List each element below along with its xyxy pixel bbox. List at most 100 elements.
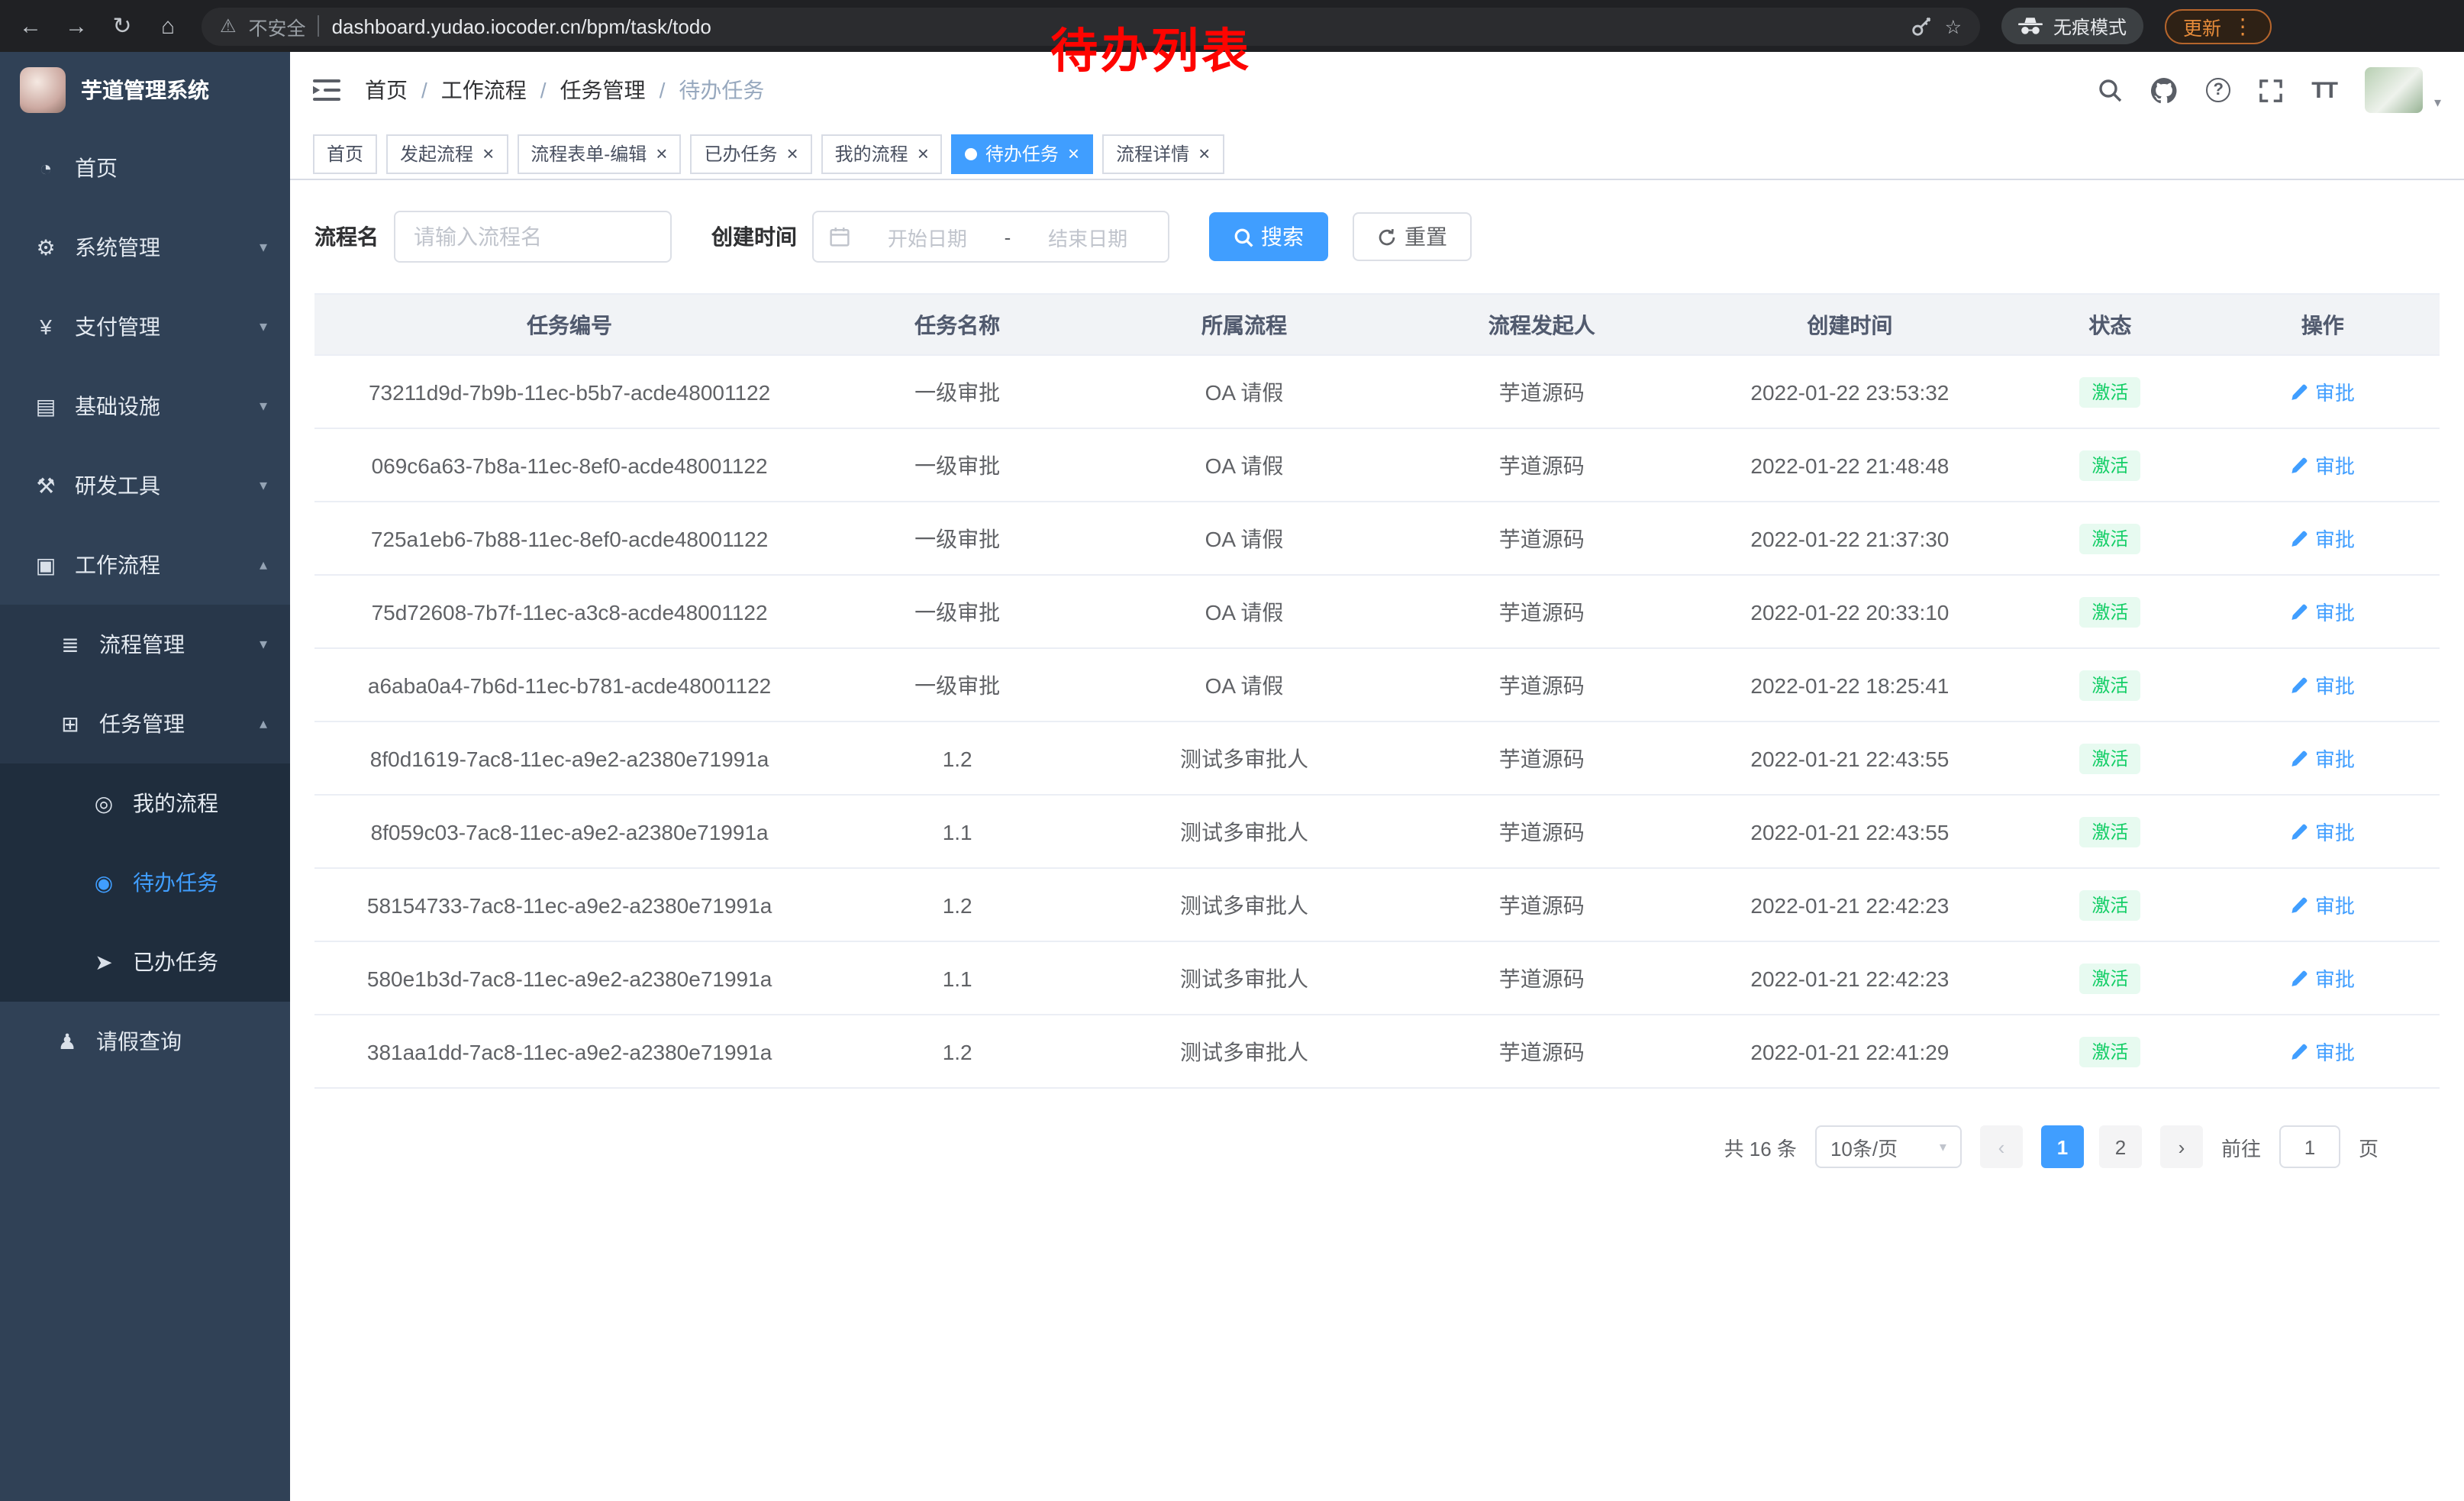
sidebar-item-研发工具[interactable]: ⚒研发工具▾: [0, 446, 290, 525]
search-button[interactable]: 搜索: [1209, 212, 1328, 261]
security-label[interactable]: 不安全: [249, 11, 306, 40]
star-icon[interactable]: ☆: [1945, 15, 1962, 37]
tab-流程详情[interactable]: 流程详情×: [1102, 134, 1224, 173]
sidebar-item-流程管理[interactable]: ≣流程管理▾: [0, 605, 290, 684]
breadcrumb-separator: /: [660, 78, 666, 102]
cell-action: 审批: [2206, 648, 2440, 721]
approve-link[interactable]: 审批: [2291, 817, 2355, 846]
page-button-2[interactable]: 2: [2099, 1125, 2142, 1168]
user-avatar[interactable]: [2366, 67, 2424, 113]
cell-task-id: 75d72608-7b7f-11ec-a3c8-acde48001122: [314, 575, 824, 648]
cell-created: 2022-01-21 22:42:23: [1685, 941, 2015, 1015]
goto-page-input[interactable]: [2279, 1125, 2340, 1168]
sidebar-item-请假查询[interactable]: ♟请假查询: [0, 1002, 290, 1081]
close-icon[interactable]: ×: [1068, 144, 1079, 163]
tab-首页[interactable]: 首页: [313, 134, 377, 173]
cell-starter: 芋道源码: [1398, 648, 1685, 721]
sidebar-item-任务管理[interactable]: ⊞任务管理▴: [0, 684, 290, 763]
breadcrumb-item[interactable]: 任务管理: [560, 75, 646, 105]
sidebar-item-工作流程[interactable]: ▣工作流程▴: [0, 525, 290, 605]
incognito-badge: 无痕模式: [2001, 8, 2143, 44]
close-icon[interactable]: ×: [918, 144, 929, 163]
approve-link[interactable]: 审批: [2291, 890, 2355, 919]
fullscreen-icon[interactable]: [2259, 79, 2282, 102]
url-text[interactable]: dashboard.yudao.iocoder.cn/bpm/task/todo: [332, 15, 711, 37]
close-icon[interactable]: ×: [656, 144, 667, 163]
approve-link-label: 审批: [2315, 890, 2355, 919]
cell-task-id: 580e1b3d-7ac8-11ec-a9e2-a2380e71991a: [314, 941, 824, 1015]
edit-icon: [2291, 602, 2309, 621]
sidebar-item-我的流程[interactable]: ◎我的流程: [0, 763, 290, 843]
edit-icon: [2291, 676, 2309, 694]
sidebar-item-label: 研发工具: [75, 470, 160, 501]
topbar: 首页/工作流程/任务管理/待办任务 ? TT ▾: [290, 52, 2464, 128]
status-badge: 激活: [2079, 450, 2140, 480]
page-button-1[interactable]: 1: [2041, 1125, 2084, 1168]
page-size-value: 10条/页: [1830, 1132, 1898, 1161]
tab-流程表单-编辑[interactable]: 流程表单-编辑×: [517, 134, 681, 173]
sidebar-item-已办任务[interactable]: ➤已办任务: [0, 922, 290, 1002]
help-icon[interactable]: ?: [2206, 78, 2230, 102]
update-button[interactable]: 更新 ⋮: [2165, 8, 2272, 44]
approve-link[interactable]: 审批: [2291, 597, 2355, 626]
close-icon[interactable]: ×: [482, 144, 494, 163]
sidebar-item-基础设施[interactable]: ▤基础设施▾: [0, 366, 290, 446]
github-icon[interactable]: [2151, 77, 2177, 103]
sidebar-item-支付管理[interactable]: ¥支付管理▾: [0, 287, 290, 366]
page-size-select[interactable]: 10条/页 ▾: [1815, 1125, 1962, 1168]
cell-task-name: 一级审批: [824, 355, 1090, 428]
reload-icon[interactable]: ↻: [110, 12, 134, 40]
sidebar-item-待办任务[interactable]: ◉待办任务: [0, 843, 290, 922]
cell-task-name: 1.1: [824, 941, 1090, 1015]
sidebar-item-系统管理[interactable]: ⚙系统管理▾: [0, 208, 290, 287]
tab-发起流程[interactable]: 发起流程×: [386, 134, 508, 173]
prev-page-button[interactable]: ‹: [1980, 1125, 2023, 1168]
key-icon[interactable]: [1910, 15, 1933, 37]
cell-process: 测试多审批人: [1090, 795, 1398, 868]
close-icon[interactable]: ×: [786, 144, 798, 163]
font-size-icon[interactable]: TT: [2311, 77, 2337, 103]
forward-icon[interactable]: →: [64, 13, 89, 39]
approve-link[interactable]: 审批: [2291, 1037, 2355, 1066]
chevron-down-icon[interactable]: ▾: [2434, 95, 2441, 111]
approve-link-label: 审批: [2315, 524, 2355, 553]
breadcrumb-item[interactable]: 首页: [365, 75, 408, 105]
back-icon[interactable]: ←: [18, 13, 43, 39]
next-page-button[interactable]: ›: [2160, 1125, 2203, 1168]
task-manage-icon: ⊞: [56, 711, 84, 737]
approve-link[interactable]: 审批: [2291, 450, 2355, 479]
tab-待办任务[interactable]: 待办任务×: [952, 134, 1093, 173]
cell-task-id: 725a1eb6-7b88-11ec-8ef0-acde48001122: [314, 502, 824, 575]
edit-icon: [2291, 822, 2309, 841]
cell-task-name: 一级审批: [824, 428, 1090, 502]
approve-link[interactable]: 审批: [2291, 744, 2355, 773]
cell-process: 测试多审批人: [1090, 868, 1398, 941]
tab-我的流程[interactable]: 我的流程×: [821, 134, 943, 173]
cell-task-name: 1.2: [824, 721, 1090, 795]
reset-button[interactable]: 重置: [1353, 212, 1472, 261]
cell-task-name: 1.2: [824, 1015, 1090, 1088]
approve-link[interactable]: 审批: [2291, 964, 2355, 993]
close-icon[interactable]: ×: [1198, 144, 1210, 163]
gear-icon: ⚙: [32, 234, 60, 260]
status-badge: 激活: [2079, 523, 2140, 554]
approve-link[interactable]: 审批: [2291, 670, 2355, 699]
chevron-up-icon: ▴: [260, 557, 267, 573]
home-icon[interactable]: ⌂: [156, 13, 180, 39]
approve-link[interactable]: 审批: [2291, 377, 2355, 406]
cell-action: 审批: [2206, 502, 2440, 575]
approve-link[interactable]: 审批: [2291, 524, 2355, 553]
app-root: ← → ↻ ⌂ ⚠ 不安全 dashboard.yudao.iocoder.cn…: [0, 0, 2464, 1501]
logo[interactable]: 芋道管理系统: [0, 52, 290, 128]
breadcrumb-item[interactable]: 工作流程: [441, 75, 527, 105]
date-range-picker[interactable]: 开始日期 - 结束日期: [812, 211, 1169, 263]
search-button-icon: [1234, 227, 1253, 247]
date-separator: -: [1005, 225, 1011, 248]
table-row: 381aa1dd-7ac8-11ec-a9e2-a2380e71991a1.2测…: [314, 1015, 2440, 1088]
search-icon[interactable]: [2098, 78, 2122, 102]
tab-已办任务[interactable]: 已办任务×: [690, 134, 811, 173]
process-name-input[interactable]: [394, 211, 672, 263]
hamburger-icon[interactable]: [313, 78, 340, 102]
approve-link-label: 审批: [2315, 597, 2355, 626]
sidebar-item-首页[interactable]: ◔首页: [0, 128, 290, 208]
